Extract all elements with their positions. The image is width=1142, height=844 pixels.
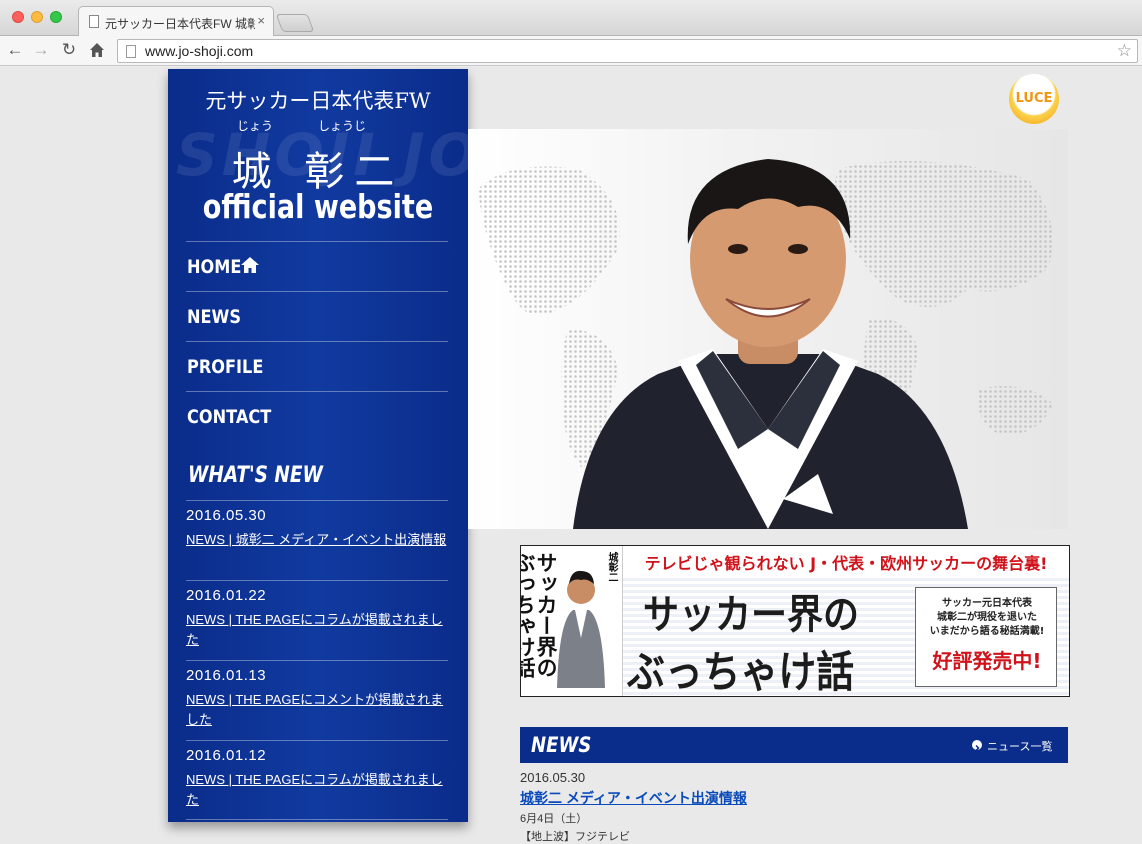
browser-tab[interactable]: 元サッカー日本代表FW 城彰 ×	[78, 6, 274, 37]
nav-label[interactable]: NEWS	[187, 306, 241, 328]
nav-label[interactable]: PROFILE	[187, 356, 263, 378]
news-date: 2016.05.30	[186, 507, 267, 524]
page-icon	[126, 45, 136, 58]
banner-info-line2: 城彰二が現役を退いた	[937, 612, 1037, 623]
book-cover-portrait	[557, 570, 605, 688]
post-title-link[interactable]: 城彰二 メディア・イベント出演情報	[520, 788, 747, 808]
banner-catchline: テレビじゃ観られない J・代表・欧州サッカーの舞台裏!	[623, 546, 1069, 578]
back-icon[interactable]: ←	[4, 39, 26, 61]
luce-logo[interactable]: LUCE	[1009, 74, 1059, 124]
book-banner[interactable]: サッカー界のぶっちゃけ話 城彰二 テレビじゃ観られない J・代表・欧州サッカーの…	[520, 545, 1070, 697]
home-button-icon[interactable]	[86, 39, 108, 61]
post-body-line: 【地上波】フジテレビ	[520, 831, 630, 843]
nav-item-contact[interactable]: CONTACT	[186, 391, 448, 441]
book-cover-author: 城彰二	[606, 552, 617, 582]
banner-info-line3: いまだから語る秘話満載!	[929, 626, 1045, 637]
main-nav: HOME NEWS PROFILE CONTACT	[186, 241, 448, 441]
news-date: 2016.01.12	[186, 747, 267, 764]
reload-icon[interactable]: ↻	[58, 39, 80, 61]
sidebar: SHOJI JO 元サッカー日本代表FW じょう しょうじ 城 彰二 offic…	[168, 69, 478, 822]
name-reading-surname: じょう	[237, 119, 274, 133]
news-link[interactable]: NEWS | THE PAGEにコラムが掲載されました	[186, 770, 454, 810]
site-tagline: 元サッカー日本代表FW	[205, 89, 431, 113]
banner-title-line2: ぶっちゃけ話	[627, 648, 855, 697]
banner-title-line1: サッカー界の	[643, 592, 859, 638]
zoom-window-button[interactable]	[50, 11, 62, 23]
nav-item-home[interactable]: HOME	[186, 241, 448, 291]
banner-info-lines: サッカー元日本代表 城彰二が現役を退いた いまだから語る秘話満載!	[916, 597, 1058, 639]
minimize-window-button[interactable]	[31, 11, 43, 23]
news-list-link[interactable]: ニュース一覧	[987, 738, 1052, 754]
banner-main: サッカー界の ぶっちゃけ話 サッカー元日本代表 城彰二が現役を退いた いまだから…	[623, 578, 1069, 696]
tab-title: 元サッカー日本代表FW 城彰	[105, 17, 255, 31]
close-window-button[interactable]	[12, 11, 24, 23]
news-section-header: NEWS ニュース一覧	[520, 727, 1068, 763]
list-item: 2016.01.13 NEWS | THE PAGEにコメントが掲載されました	[186, 660, 448, 740]
news-date: 2016.01.13	[186, 667, 267, 684]
news-link[interactable]: NEWS | THE PAGEにコラムが掲載されました	[186, 610, 454, 650]
banner-on-sale-label: 好評発売中!	[932, 649, 1042, 673]
list-item: 2016.01.22 NEWS | THE PAGEにコラムが掲載されました	[186, 580, 448, 660]
browser-toolbar: ← → ↻ www.jo-shoji.com ☆	[0, 36, 1142, 66]
book-cover: サッカー界のぶっちゃけ話 城彰二	[521, 546, 623, 696]
nav-label[interactable]: CONTACT	[187, 406, 271, 428]
list-item: 2016.01.12 NEWS | THE PAGEにコラムが掲載されました	[186, 740, 448, 820]
list-item: 2016.05.30 NEWS | 城彰二 メディア・イベント出演情報	[186, 500, 448, 580]
name-reading-given: しょうじ	[318, 119, 367, 133]
chevron-right-icon[interactable]	[972, 740, 982, 752]
banner-info-box: サッカー元日本代表 城彰二が現役を退いた いまだから語る秘話満載! 好評発売中!	[915, 587, 1057, 687]
hero-portrait-image	[468, 129, 1068, 529]
nav-item-profile[interactable]: PROFILE	[186, 341, 448, 391]
news-section-title: NEWS	[531, 733, 592, 757]
news-link[interactable]: NEWS | THE PAGEにコメントが掲載されました	[186, 690, 454, 730]
whats-new-list: 2016.05.30 NEWS | 城彰二 メディア・イベント出演情報 2016…	[186, 500, 448, 820]
whats-new-heading: WHAT'S NEW	[188, 463, 323, 488]
nav-label[interactable]: HOME	[187, 256, 241, 278]
forward-icon[interactable]: →	[30, 39, 52, 61]
banner-catch-text: テレビじゃ観られない J・代表・欧州サッカーの舞台裏!	[644, 554, 1048, 573]
window-titlebar: 元サッカー日本代表FW 城彰 ×	[0, 0, 1142, 37]
post-date: 2016.05.30	[520, 770, 586, 785]
news-date: 2016.01.22	[186, 587, 267, 604]
luce-logo-text: LUCE	[1015, 91, 1053, 106]
news-link[interactable]: NEWS | 城彰二 メディア・イベント出演情報	[186, 530, 454, 550]
new-tab-button[interactable]	[275, 14, 315, 32]
banner-info-line1: サッカー元日本代表	[942, 598, 1032, 609]
url-text[interactable]: www.jo-shoji.com	[145, 43, 253, 59]
address-bar[interactable]: www.jo-shoji.com ☆	[117, 39, 1138, 63]
bookmark-star-icon[interactable]: ☆	[1117, 41, 1132, 61]
tab-close-icon[interactable]: ×	[257, 13, 265, 28]
home-icon	[241, 257, 259, 273]
site-subtitle[interactable]: official website	[195, 187, 441, 226]
page-icon	[89, 15, 99, 28]
post-body-line: 6月4日（土）	[520, 813, 588, 825]
hero-illustration	[478, 159, 1053, 529]
page-viewport: SHOJI JO 元サッカー日本代表FW じょう しょうじ 城 彰二 offic…	[0, 67, 1142, 844]
nav-item-news[interactable]: NEWS	[186, 291, 448, 341]
